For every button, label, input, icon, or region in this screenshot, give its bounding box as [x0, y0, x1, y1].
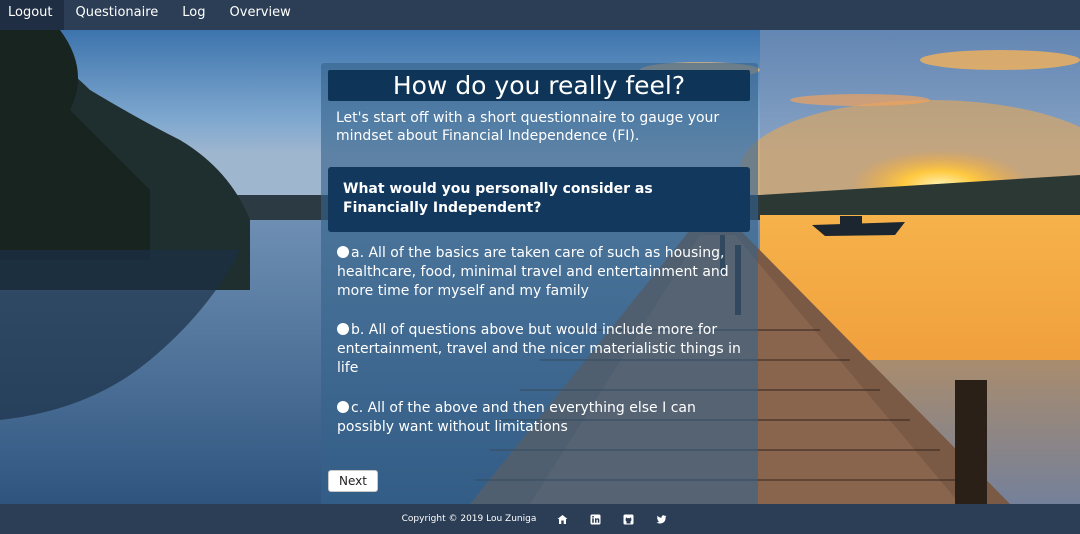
linkedin-icon[interactable]: [590, 514, 601, 525]
nav-log[interactable]: Log: [170, 0, 217, 30]
question-box: What would you personally consider as Fi…: [328, 167, 750, 232]
option-c[interactable]: c. All of the above and then everything …: [337, 399, 747, 437]
nav-questionaire[interactable]: Questionaire: [64, 0, 171, 30]
option-a[interactable]: a. All of the basics are taken care of s…: [337, 244, 747, 301]
option-c-label: c. All of the above and then everything …: [337, 400, 696, 435]
option-b-label: b. All of questions above but would incl…: [337, 322, 741, 376]
option-b[interactable]: b. All of questions above but would incl…: [337, 321, 747, 378]
radio-button-c[interactable]: [337, 401, 349, 413]
home-icon[interactable]: [557, 514, 568, 525]
top-navbar: Logout Questionaire Log Overview: [0, 0, 1080, 30]
next-button[interactable]: Next: [328, 470, 378, 492]
footer: Copyright © 2019 Lou Zuniga: [0, 504, 1080, 534]
nav-overview[interactable]: Overview: [218, 0, 303, 30]
github-icon[interactable]: [623, 514, 634, 525]
question-text: What would you personally consider as Fi…: [343, 181, 653, 216]
questionnaire-panel: How do you really feel? Let's start off …: [321, 63, 758, 504]
copyright-text: Copyright © 2019 Lou Zuniga: [401, 514, 537, 524]
panel-title: How do you really feel?: [328, 70, 750, 101]
twitter-icon[interactable]: [656, 514, 667, 525]
intro-text: Let's start off with a short questionnai…: [336, 110, 720, 144]
radio-button-b[interactable]: [337, 323, 349, 335]
radio-button-a[interactable]: [337, 246, 349, 258]
nav-logout[interactable]: Logout: [0, 0, 64, 30]
option-a-label: a. All of the basics are taken care of s…: [337, 245, 729, 299]
